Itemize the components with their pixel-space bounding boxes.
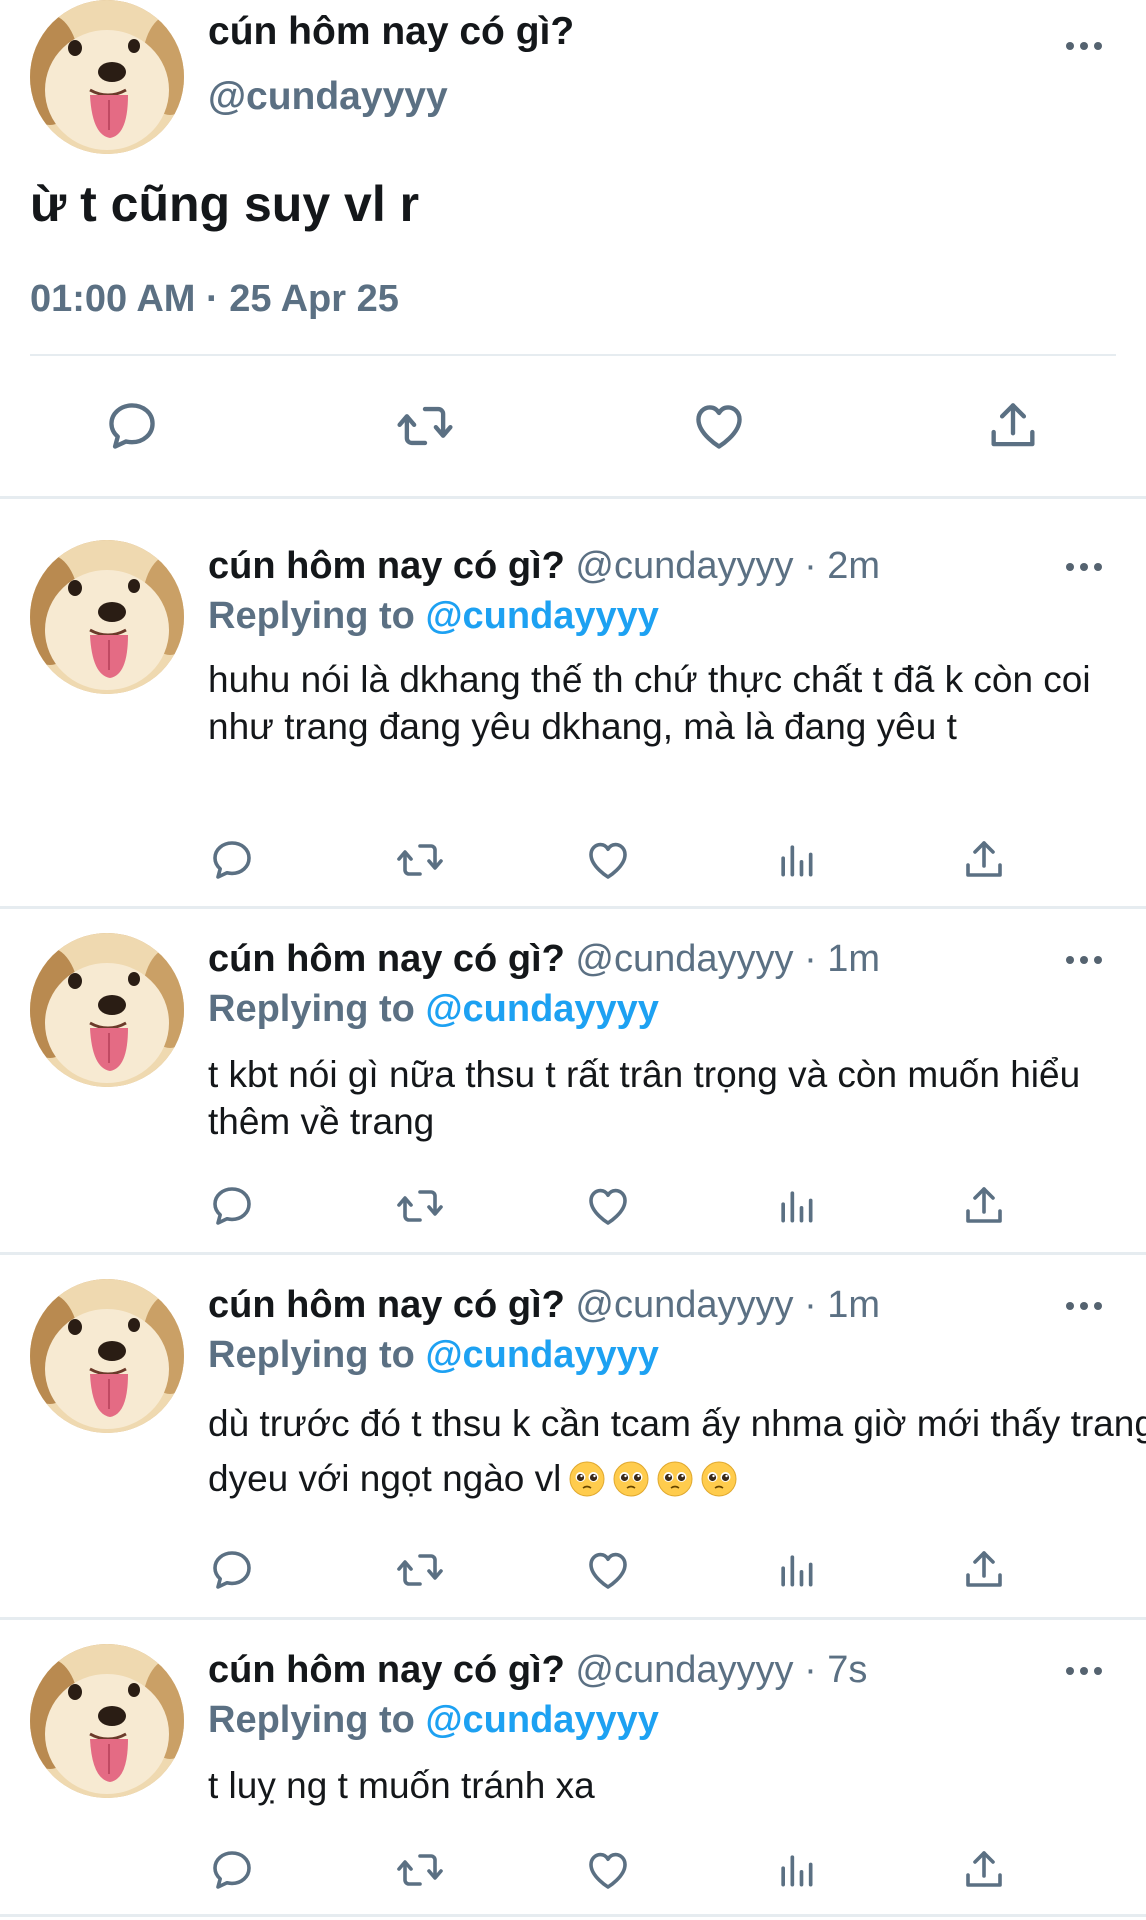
user-handle[interactable]: @cundayyyy <box>575 1284 793 1326</box>
replying-to-handle[interactable]: @cundayyyy <box>425 1699 659 1741</box>
share-icon[interactable] <box>960 1846 1008 1894</box>
avatar[interactable] <box>30 1644 184 1798</box>
retweet-icon[interactable] <box>394 836 446 884</box>
reply-header: cún hôm nay có gì? @cundayyyy · 1m <box>208 938 880 981</box>
more-options-icon[interactable] <box>1066 1300 1106 1312</box>
retweet-icon[interactable] <box>394 1182 446 1230</box>
display-name[interactable]: cún hôm nay có gì? <box>208 10 574 54</box>
user-handle[interactable]: @cundayyyy <box>575 1649 793 1691</box>
replying-to-handle[interactable]: @cundayyyy <box>425 1334 659 1376</box>
retweet-icon[interactable] <box>394 397 456 455</box>
reply-header: cún hôm nay có gì? @cundayyyy · 7s <box>208 1649 867 1692</box>
avatar-image <box>30 540 184 694</box>
pleading-face-emoji <box>569 1461 605 1497</box>
like-icon[interactable] <box>584 1846 632 1894</box>
share-icon[interactable] <box>984 397 1042 455</box>
avatar-image <box>30 933 184 1087</box>
reply-time: · 1m <box>804 1284 881 1326</box>
display-name[interactable]: cún hôm nay có gì? <box>208 545 565 587</box>
user-handle[interactable]: @cundayyyy <box>575 938 793 980</box>
display-name[interactable]: cún hôm nay có gì? <box>208 938 565 980</box>
replying-to-label: Replying to <box>208 1334 415 1376</box>
retweet-icon[interactable] <box>394 1546 446 1594</box>
reply-icon[interactable] <box>208 1546 256 1594</box>
section-divider <box>0 906 1146 909</box>
like-icon[interactable] <box>584 1546 632 1594</box>
tweet-text: ừ t cũng suy vl r <box>30 176 420 232</box>
retweet-icon[interactable] <box>394 1846 446 1894</box>
section-divider <box>0 1914 1146 1917</box>
more-options-icon[interactable] <box>1066 954 1106 966</box>
avatar[interactable] <box>30 1279 184 1433</box>
avatar[interactable] <box>30 933 184 1087</box>
reply-time: · 7s <box>804 1649 868 1691</box>
replying-to-label: Replying to <box>208 595 415 637</box>
pleading-face-emoji <box>613 1461 649 1497</box>
reply-text: huhu nói là dkhang thế th chứ thực chất … <box>208 659 1091 747</box>
section-divider <box>0 1252 1146 1255</box>
share-icon[interactable] <box>960 1182 1008 1230</box>
replying-to: Replying to @cundayyyy <box>208 1334 659 1377</box>
replying-to-handle[interactable]: @cundayyyy <box>425 988 659 1030</box>
reply-header: cún hôm nay có gì? @cundayyyy · 2m <box>208 545 880 588</box>
avatar[interactable] <box>30 540 184 694</box>
more-options-icon[interactable] <box>1066 1665 1106 1677</box>
reply-icon[interactable] <box>208 1846 256 1894</box>
reply-icon[interactable] <box>208 836 256 884</box>
reply-icon[interactable] <box>103 397 161 455</box>
avatar-image <box>30 1644 184 1798</box>
display-name[interactable]: cún hôm nay có gì? <box>208 1284 565 1326</box>
display-name[interactable]: cún hôm nay có gì? <box>208 1649 565 1691</box>
section-divider <box>0 496 1146 499</box>
like-icon[interactable] <box>690 397 748 455</box>
reply-header: cún hôm nay có gì? @cundayyyy · 1m <box>208 1284 880 1327</box>
pleading-face-emoji <box>657 1461 693 1497</box>
like-icon[interactable] <box>584 836 632 884</box>
replying-to-handle[interactable]: @cundayyyy <box>425 595 659 637</box>
avatar-image <box>30 1279 184 1433</box>
reply-icon[interactable] <box>208 1182 256 1230</box>
like-icon[interactable] <box>584 1182 632 1230</box>
stats-icon[interactable] <box>774 1182 818 1230</box>
reply-text: t kbt nói gì nữa thsu t rất trân trọng v… <box>208 1054 1081 1142</box>
stats-icon[interactable] <box>774 1546 818 1594</box>
replying-to: Replying to @cundayyyy <box>208 1699 659 1742</box>
stats-icon[interactable] <box>774 1846 818 1894</box>
replying-to: Replying to @cundayyyy <box>208 595 659 638</box>
user-handle[interactable]: @cundayyyy <box>208 75 448 119</box>
more-options-icon[interactable] <box>1066 40 1106 52</box>
reply-time: · 2m <box>804 545 881 587</box>
replying-to-label: Replying to <box>208 1699 415 1741</box>
pleading-face-emoji <box>701 1461 737 1497</box>
user-handle[interactable]: @cundayyyy <box>575 545 793 587</box>
divider <box>30 354 1116 356</box>
section-divider <box>0 1617 1146 1620</box>
more-options-icon[interactable] <box>1066 561 1106 573</box>
replying-to-label: Replying to <box>208 988 415 1030</box>
share-icon[interactable] <box>960 1546 1008 1594</box>
avatar[interactable] <box>30 0 184 154</box>
reply-time: · 1m <box>804 938 881 980</box>
reply-text: t luỵ ng t muốn tránh xa <box>208 1765 595 1806</box>
share-icon[interactable] <box>960 836 1008 884</box>
avatar-image <box>30 0 184 154</box>
tweet-timestamp[interactable]: 01:00 AM · 25 Apr 25 <box>30 278 399 321</box>
reply-text: dù trước đó t thsu k cần tcam ấy nhma gi… <box>208 1396 1146 1506</box>
replying-to: Replying to @cundayyyy <box>208 988 659 1031</box>
stats-icon[interactable] <box>774 836 818 884</box>
